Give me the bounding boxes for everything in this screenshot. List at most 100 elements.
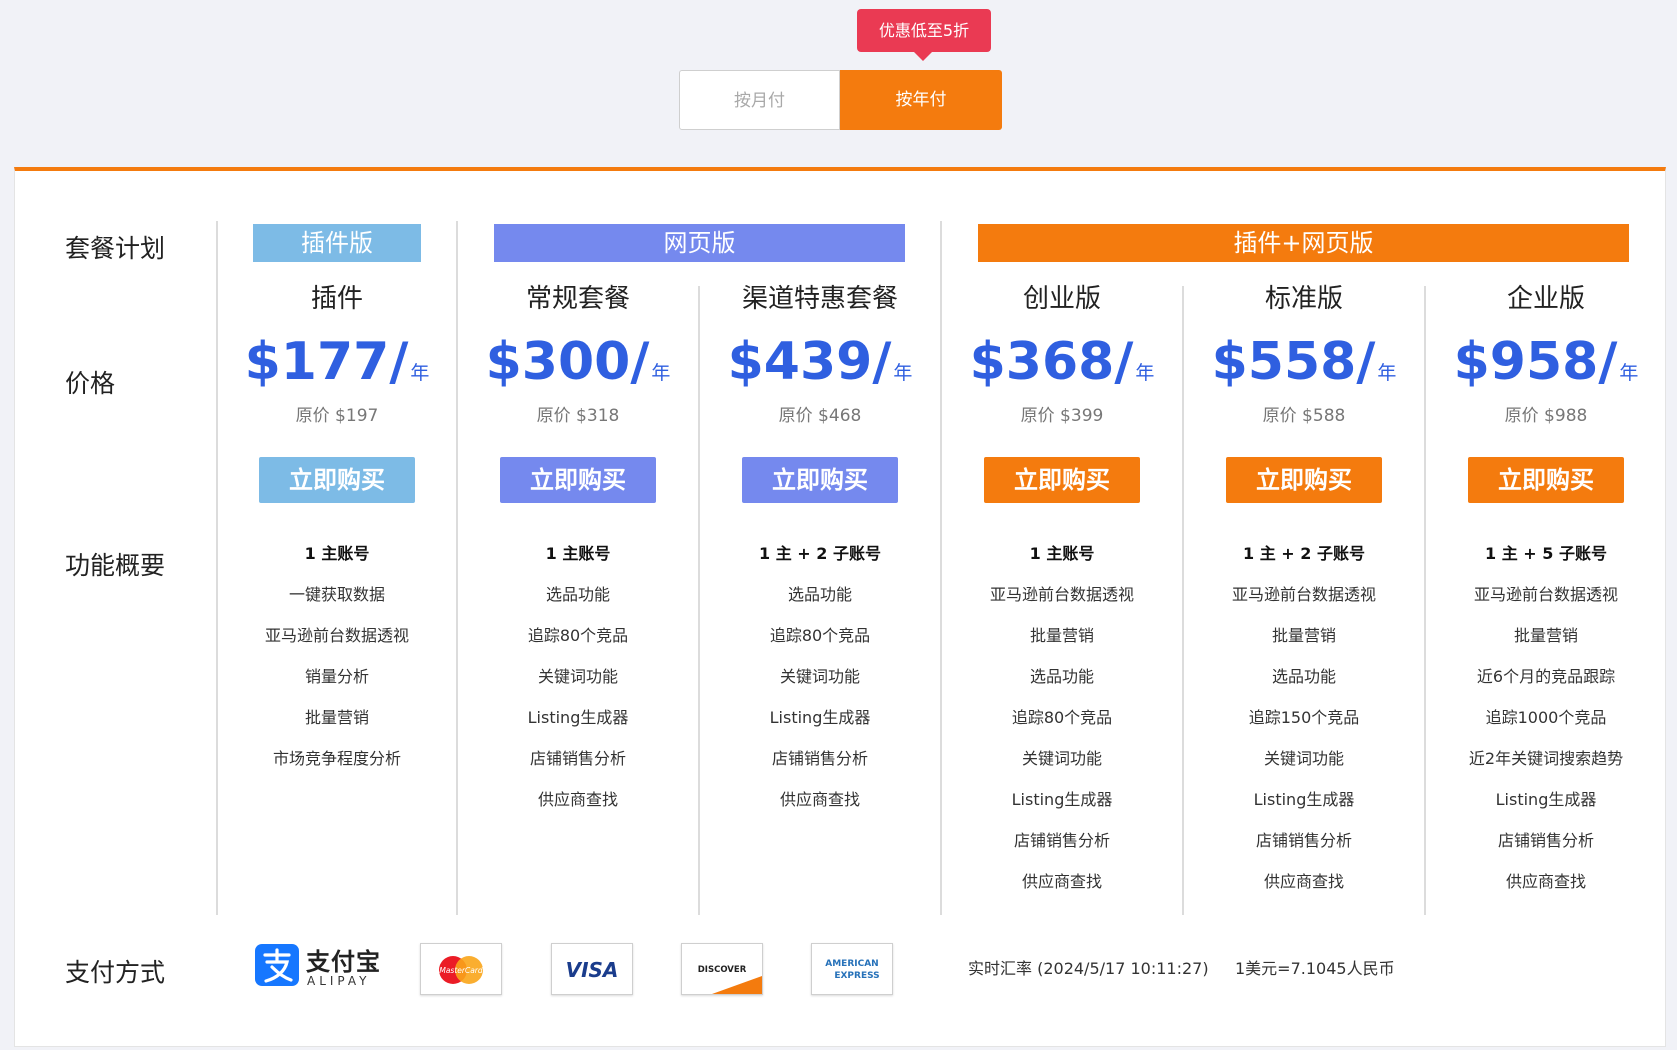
buy-now-button[interactable]: 立即购买 (984, 457, 1140, 503)
group-header-label: 插件版 (301, 229, 373, 257)
feature-item: 销量分析 (304, 667, 369, 686)
feature-item: 关键词功能 (1021, 749, 1102, 768)
feature-list: 1 主 + 2 子账号 亚马逊前台数据透视 批量营销 选品功能 追踪150个竞品… (1184, 533, 1424, 902)
original-price: 原价 $318 (536, 406, 620, 426)
buy-now-button[interactable]: 立即购买 (500, 457, 656, 503)
svg-text:VISA: VISA (566, 958, 619, 982)
billing-toggle[interactable]: 按月付 按年付 (679, 70, 1002, 132)
pricing-panel: 套餐计划 价格 功能概要 支付方式 插件版 网页版 插件+网页版 插件 $177… (14, 167, 1666, 1047)
buy-now-button[interactable]: 立即购买 (1226, 457, 1382, 503)
svg-text:EXPRESS: EXPRESS (834, 971, 879, 981)
feature-item: 批量营销 (1271, 626, 1336, 645)
buy-now-button[interactable]: 立即购买 (742, 457, 898, 503)
feature-item: 一键获取数据 (288, 585, 385, 604)
feature-item: Listing生成器 (1495, 790, 1597, 809)
feature-item: 追踪80个竞品 (527, 626, 629, 645)
feature-item: 选品功能 (1029, 667, 1094, 686)
feature-item: 批量营销 (1029, 626, 1094, 645)
exchange-rate-value: 1美元=7.1045人民币 (1235, 959, 1395, 978)
buy-now-button[interactable]: 立即购买 (259, 457, 415, 503)
feature-item: 市场竞争程度分析 (272, 749, 401, 768)
mastercard-logo: MasterCard (420, 943, 502, 995)
features-row-label: 功能概要 (65, 551, 166, 580)
feature-item: 店铺销售分析 (529, 749, 626, 768)
feature-item: 近6个月的竞品跟踪 (1476, 667, 1616, 686)
feature-item: 1 主账号 (1029, 544, 1095, 563)
group-header-web: 网页版 (494, 224, 905, 262)
feature-item: 供应商查找 (779, 790, 860, 809)
plan-column: 插件 $177/年 原价 $197 立即购买 1 主账号 一键获取数据 亚马逊前… (217, 271, 457, 779)
feature-item: 追踪1000个竞品 (1485, 708, 1607, 727)
feature-item: Listing生成器 (1011, 790, 1113, 809)
visa-logo: VISA (551, 943, 633, 995)
original-price: 原价 $468 (778, 406, 862, 426)
feature-list: 1 主 + 5 子账号 亚马逊前台数据透视 批量营销 近6个月的竞品跟踪 追踪1… (1426, 533, 1666, 902)
feature-item: 选品功能 (787, 585, 852, 604)
feature-item: 亚马逊前台数据透视 (1473, 585, 1618, 604)
feature-list: 1 主 + 2 子账号 选品功能 追踪80个竞品 关键词功能 Listing生成… (700, 533, 940, 820)
feature-list: 1 主账号 一键获取数据 亚马逊前台数据透视 销量分析 批量营销 市场竞争程度分… (217, 533, 457, 779)
feature-list: 1 主账号 选品功能 追踪80个竞品 关键词功能 Listing生成器 店铺销售… (458, 533, 698, 820)
feature-list: 1 主账号 亚马逊前台数据透视 批量营销 选品功能 追踪80个竞品 关键词功能 … (942, 533, 1182, 902)
amex-logo: AMERICAN EXPRESS (811, 943, 893, 995)
feature-item: 亚马逊前台数据透视 (989, 585, 1134, 604)
exchange-rate-time: 实时汇率 (2024/5/17 10:11:27) (968, 959, 1209, 978)
feature-item: 关键词功能 (779, 667, 860, 686)
plan-price: $958/年 (1453, 332, 1639, 392)
original-price: 原价 $988 (1504, 406, 1588, 426)
feature-item: 选品功能 (545, 585, 610, 604)
feature-item: 1 主账号 (545, 544, 611, 563)
group-header-label: 网页版 (663, 229, 736, 257)
svg-text:DISCOVER: DISCOVER (698, 965, 747, 975)
feature-item: 亚马逊前台数据透视 (264, 626, 409, 645)
discount-badge: 优惠低至5折 (857, 9, 991, 61)
plan-price: $177/年 (244, 332, 430, 392)
feature-item: 供应商查找 (1263, 872, 1344, 891)
plan-column: 创业版 $368/年 原价 $399 立即购买 1 主账号 亚马逊前台数据透视 … (942, 271, 1182, 902)
feature-item: 1 主 + 5 子账号 (1485, 544, 1607, 563)
feature-item: 批量营销 (304, 708, 369, 727)
feature-item: Listing生成器 (1253, 790, 1355, 809)
plan-row-label: 套餐计划 (65, 234, 166, 263)
plan-price: $558/年 (1211, 332, 1397, 392)
plan-price: $300/年 (485, 332, 671, 392)
svg-text:AMERICAN: AMERICAN (825, 959, 878, 969)
plan-column: 渠道特惠套餐 $439/年 原价 $468 立即购买 1 主 + 2 子账号 选… (700, 271, 940, 820)
plan-price: $439/年 (727, 332, 913, 392)
plan-name: 渠道特惠套餐 (741, 284, 898, 314)
plan-name: 创业版 (1022, 284, 1101, 314)
plan-name: 常规套餐 (525, 284, 630, 314)
feature-item: 店铺销售分析 (1013, 831, 1110, 850)
plan-column: 常规套餐 $300/年 原价 $318 立即购买 1 主账号 选品功能 追踪80… (458, 271, 698, 820)
feature-item: Listing生成器 (769, 708, 871, 727)
feature-item: 供应商查找 (537, 790, 618, 809)
monthly-billing-option[interactable]: 按月付 (679, 70, 840, 130)
plan-column: 标准版 $558/年 原价 $588 立即购买 1 主 + 2 子账号 亚马逊前… (1184, 271, 1424, 902)
svg-text:MasterCard: MasterCard (439, 966, 483, 975)
feature-item: 供应商查找 (1021, 872, 1102, 891)
feature-item: 追踪80个竞品 (769, 626, 871, 645)
feature-item: 店铺销售分析 (1497, 831, 1594, 850)
original-price: 原价 $399 (1020, 406, 1104, 426)
payment-row-label: 支付方式 (65, 958, 166, 987)
original-price: 原价 $588 (1262, 406, 1346, 426)
feature-item: Listing生成器 (527, 708, 629, 727)
group-header-plugin-web: 插件+网页版 (978, 224, 1629, 262)
plan-name: 企业版 (1506, 284, 1585, 314)
group-header-label: 插件+网页版 (1233, 229, 1374, 257)
feature-item: 近2年关键词搜索趋势 (1468, 749, 1624, 768)
feature-item: 店铺销售分析 (771, 749, 868, 768)
group-header-plugin: 插件版 (253, 224, 421, 262)
feature-item: 关键词功能 (1263, 749, 1344, 768)
plan-column: 企业版 $958/年 原价 $988 立即购买 1 主 + 5 子账号 亚马逊前… (1426, 271, 1666, 902)
buy-now-button[interactable]: 立即购买 (1468, 457, 1624, 503)
feature-item: 供应商查找 (1505, 872, 1586, 891)
feature-item: 关键词功能 (537, 667, 618, 686)
original-price: 原价 $197 (295, 406, 379, 426)
feature-item: 选品功能 (1271, 667, 1336, 686)
feature-item: 1 主 + 2 子账号 (759, 544, 881, 563)
plan-price: $368/年 (969, 332, 1155, 392)
feature-item: 追踪80个竞品 (1011, 708, 1113, 727)
discover-logo: DISCOVER (681, 943, 763, 995)
yearly-billing-option[interactable]: 按年付 (840, 70, 1002, 130)
